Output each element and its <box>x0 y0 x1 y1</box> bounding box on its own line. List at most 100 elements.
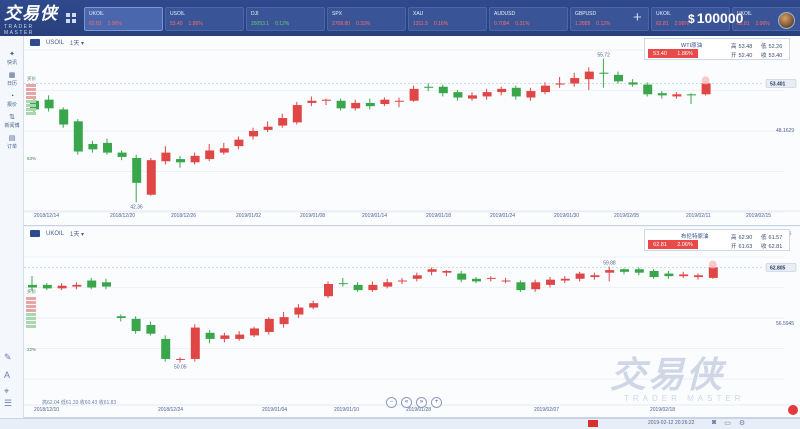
candle[interactable] <box>190 324 200 362</box>
candle[interactable] <box>614 71 623 84</box>
tab-ukoil[interactable]: UKOIL 62.81 2.06% <box>84 7 163 31</box>
timeframe-select[interactable]: 1天 ▾ <box>70 38 84 47</box>
candle[interactable] <box>438 84 448 97</box>
candle[interactable] <box>497 86 507 96</box>
candle[interactable] <box>59 107 69 128</box>
candle[interactable] <box>672 92 682 99</box>
candle[interactable] <box>657 91 667 99</box>
candle[interactable] <box>42 283 52 291</box>
candle[interactable] <box>427 267 437 276</box>
text-tool-icon[interactable]: ✎ <box>4 352 12 363</box>
candle[interactable] <box>526 87 536 101</box>
candle[interactable] <box>368 281 378 292</box>
candle[interactable] <box>511 85 521 100</box>
menu-icon[interactable]: ☰ <box>4 398 12 409</box>
add-tab-button[interactable]: + <box>633 10 642 25</box>
candle[interactable] <box>117 150 127 161</box>
tab-spx[interactable]: SPX 2709.80 0.33% <box>327 7 406 31</box>
candle[interactable] <box>116 314 126 322</box>
apps-grid-icon[interactable] <box>66 13 76 23</box>
sidebar-item-4[interactable]: ▤ 订单 <box>0 134 24 155</box>
candle[interactable] <box>570 72 580 87</box>
candle[interactable] <box>190 152 200 165</box>
sidebar-item-0[interactable]: ✦ 快讯 <box>0 50 24 71</box>
candle[interactable] <box>575 271 585 282</box>
measure-tool-icon[interactable]: ⌖ <box>4 386 9 397</box>
candlestick-chart-usoil[interactable]: 53.401 48.1629 55.72 42.36 买价 63% 2018/12/14 20… <box>24 36 800 226</box>
scroll-end-button[interactable]: » <box>416 397 427 408</box>
candle[interactable] <box>351 99 361 111</box>
candle[interactable] <box>146 158 156 196</box>
pane-symbol[interactable]: UKOIL <box>46 231 64 237</box>
zoom-in-button[interactable]: + <box>431 397 442 408</box>
candle[interactable] <box>57 283 67 291</box>
candle[interactable] <box>220 332 230 343</box>
candle[interactable] <box>395 97 404 108</box>
candle[interactable] <box>620 268 629 275</box>
candle[interactable] <box>294 304 304 318</box>
font-tool-icon[interactable]: A <box>4 370 10 380</box>
candle[interactable] <box>73 119 83 155</box>
candle[interactable] <box>309 300 319 310</box>
candle[interactable] <box>205 143 215 162</box>
candle[interactable] <box>176 357 185 363</box>
candle[interactable] <box>279 311 289 328</box>
candle[interactable] <box>643 82 653 97</box>
zoom-out-button[interactable]: − <box>386 397 397 408</box>
camera-icon[interactable]: ◙ <box>712 419 716 427</box>
candle[interactable] <box>486 276 496 282</box>
candle[interactable] <box>531 279 541 292</box>
candle[interactable] <box>292 101 302 125</box>
tab-usoil[interactable]: USOIL 53.40 1.86% <box>165 7 244 31</box>
tab-xau[interactable]: XAU 1311.5 0.16% <box>408 7 487 31</box>
candle[interactable] <box>516 280 526 292</box>
timeframe-select[interactable]: 1天 ▾ <box>70 229 84 238</box>
candle[interactable] <box>472 277 481 284</box>
settings-icon[interactable]: ⚙ <box>739 419 745 427</box>
candle[interactable] <box>541 82 550 95</box>
candle[interactable] <box>424 83 434 92</box>
candle[interactable] <box>679 271 689 278</box>
candle[interactable] <box>649 269 659 279</box>
candle[interactable] <box>131 316 141 334</box>
candle[interactable] <box>353 282 363 292</box>
candle[interactable] <box>161 335 171 362</box>
candle[interactable] <box>234 136 244 150</box>
user-avatar[interactable] <box>778 12 795 29</box>
candle[interactable] <box>453 89 463 101</box>
candle[interactable] <box>263 121 273 133</box>
tab-dji[interactable]: DJI 25053.1 0.12% <box>246 7 325 31</box>
candle[interactable] <box>161 146 171 165</box>
candle[interactable] <box>383 278 393 289</box>
candle[interactable] <box>468 92 477 101</box>
candle[interactable] <box>324 281 333 298</box>
candle[interactable] <box>687 93 696 104</box>
tab-audusd[interactable]: AUDUSD 0.7094 0.31% <box>489 7 568 31</box>
chart-pane-usoil[interactable]: 53.401 48.1629 55.72 42.36 买价 63% 2018/12/14 20… <box>24 36 800 226</box>
candle[interactable] <box>409 85 419 102</box>
candle[interactable] <box>398 277 407 285</box>
candle[interactable] <box>250 326 259 338</box>
sidebar-item-3[interactable]: ⇅ 新闻博 <box>0 113 24 134</box>
candle[interactable] <box>501 277 511 284</box>
pane-symbol[interactable]: USOIL <box>46 40 64 46</box>
candle[interactable] <box>694 273 703 280</box>
candle[interactable] <box>235 331 245 341</box>
candle[interactable] <box>605 266 615 282</box>
candle[interactable] <box>72 282 82 290</box>
sidebar-item-1[interactable]: ▦ 日历 <box>0 71 24 92</box>
candle[interactable] <box>664 270 674 279</box>
candle[interactable] <box>146 321 156 336</box>
candle[interactable] <box>264 317 274 335</box>
candle[interactable] <box>365 98 375 110</box>
candle[interactable] <box>205 330 215 344</box>
candle[interactable] <box>88 140 98 153</box>
candle[interactable] <box>219 142 229 155</box>
candle[interactable] <box>590 272 600 280</box>
window-icon[interactable]: ▭ <box>724 419 731 427</box>
candle[interactable] <box>278 113 288 128</box>
candle[interactable] <box>555 77 565 88</box>
scroll-start-button[interactable]: « <box>401 397 412 408</box>
candle[interactable] <box>412 272 422 282</box>
notification-badge[interactable] <box>788 405 798 415</box>
